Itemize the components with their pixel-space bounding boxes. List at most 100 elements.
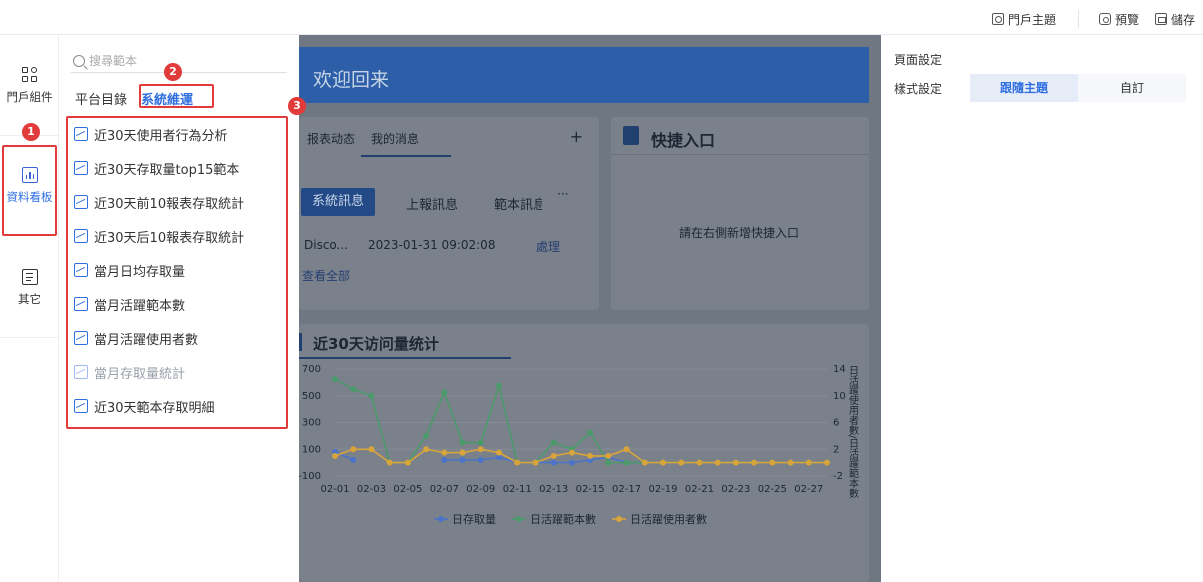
- system-message-tab[interactable]: 系統訊息: [301, 188, 375, 216]
- series-point: [332, 376, 338, 383]
- series-point: [441, 389, 448, 396]
- series-point: [769, 459, 776, 466]
- style-settings-label: 樣式設定: [894, 82, 943, 96]
- y-left-tick-label: 700: [302, 364, 321, 375]
- visits-line-chart: 700 500 300 100 -100 14 10 6 2 -2 日活躍使用者數/日活躍範本數 02…: [299, 364, 859, 526]
- series-point: [477, 456, 484, 463]
- dashboard-canvas: 欢迎回来 报表动态 我的消息 + 系統訊息 上報訊息 範本訊息 ··· Disc…: [299, 35, 881, 582]
- series-point: [550, 459, 557, 466]
- handle-link[interactable]: 處理: [536, 238, 560, 255]
- rail-item-other[interactable]: 其它: [0, 269, 59, 307]
- y-right-tick-label: -2: [833, 471, 843, 482]
- series-point: [459, 439, 466, 446]
- rail-divider: [0, 337, 59, 338]
- y-left-tick-label: 300: [302, 418, 321, 429]
- legend-label: 日活躍使用者數: [630, 513, 707, 526]
- x-tick-label: 02-05: [393, 484, 422, 495]
- tab-report-activity[interactable]: 报表动态: [307, 130, 355, 147]
- toolbar-divider: [1077, 10, 1079, 28]
- y-left-tick-label: 500: [302, 391, 321, 402]
- rail-item-components[interactable]: 門戶組件: [0, 67, 59, 105]
- step-badge-2: 2: [164, 63, 182, 81]
- tab-my-messages[interactable]: 我的消息: [371, 130, 419, 147]
- save-button[interactable]: 儲存: [1154, 11, 1195, 28]
- x-tick-label: 02-23: [721, 484, 750, 495]
- message-time: 2023-01-31 09:02:08: [368, 238, 496, 252]
- series-line: [334, 378, 827, 464]
- series-point: [587, 429, 594, 436]
- y-right-tick-label: 14: [833, 364, 846, 375]
- document-icon: [21, 269, 38, 285]
- highlight-box-dashboard: [2, 145, 57, 236]
- series-point: [350, 456, 357, 463]
- series-point: [423, 446, 430, 453]
- search-input[interactable]: [89, 53, 279, 68]
- series-point: [787, 459, 794, 466]
- y-right-tick-label: 2: [833, 444, 839, 455]
- preview-icon: [1098, 13, 1111, 25]
- series-point: [550, 439, 557, 446]
- follow-theme-option[interactable]: 跟隨主題: [970, 74, 1078, 102]
- legend-label: 日存取量: [452, 512, 496, 526]
- message-name: Disco...: [304, 238, 348, 252]
- series-point: [350, 446, 357, 453]
- chart-title: 近30天访问量统计: [313, 335, 439, 353]
- preview-button[interactable]: 預覽: [1098, 11, 1139, 28]
- series-point: [459, 449, 466, 456]
- portal-theme-button[interactable]: 門戶主題: [991, 11, 1056, 28]
- portal-theme-label: 門戶主題: [1007, 12, 1056, 27]
- card-divider: [611, 154, 869, 155]
- series-point: [568, 459, 575, 466]
- x-tick-label: 02-27: [794, 484, 823, 495]
- series-point: [404, 459, 411, 466]
- report-message-tab[interactable]: 上報訊息: [406, 194, 458, 213]
- series-point: [423, 432, 430, 439]
- series-point: [550, 452, 557, 459]
- x-tick-label: 02-07: [430, 484, 459, 495]
- x-tick-label: 02-03: [357, 484, 386, 495]
- y-left-tick-label: -100: [299, 471, 321, 482]
- rail-item-label: 其它: [18, 292, 41, 306]
- template-message-tab[interactable]: 範本訊息: [494, 194, 542, 213]
- clipboard-icon: [623, 126, 639, 145]
- x-tick-label: 02-17: [612, 484, 641, 495]
- theme-icon: [991, 13, 1004, 25]
- series-point: [441, 449, 448, 456]
- series-point: [386, 459, 393, 466]
- rail-item-label: 門戶組件: [6, 90, 53, 104]
- legend-marker: [438, 516, 444, 522]
- page-settings-label: 頁面設定: [894, 53, 943, 67]
- view-all-link[interactable]: 查看全部: [302, 267, 350, 284]
- style-toggle: 跟隨主題 自訂: [970, 74, 1186, 102]
- tab-platform-catalog[interactable]: 平台目錄: [75, 87, 127, 110]
- series-point: [477, 439, 484, 446]
- series-point: [587, 452, 594, 459]
- highlight-box-templates: [66, 116, 288, 429]
- series-point: [568, 449, 575, 456]
- series-point: [332, 452, 338, 459]
- welcome-text: 欢迎回来: [313, 69, 390, 91]
- legend-label: 日活躍範本數: [530, 512, 596, 526]
- save-label: 儲存: [1170, 12, 1195, 27]
- series-point: [678, 459, 685, 466]
- series-point: [368, 446, 375, 453]
- messages-card: 报表动态 我的消息 + 系統訊息 上報訊息 範本訊息 ··· Disco... …: [299, 117, 599, 310]
- components-grid-icon: [21, 67, 38, 83]
- step-badge-1: 1: [22, 123, 40, 141]
- custom-option[interactable]: 自訂: [1078, 74, 1186, 102]
- x-tick-label: 02-01: [320, 484, 349, 495]
- y-left-tick-label: 100: [302, 444, 321, 455]
- series-point: [714, 459, 721, 466]
- series-point: [641, 459, 648, 466]
- series-point: [805, 459, 812, 466]
- x-tick-label: 02-19: [648, 484, 677, 495]
- more-icon[interactable]: ···: [557, 187, 568, 201]
- add-icon[interactable]: +: [570, 127, 583, 146]
- y-right-tick-label: 10: [833, 391, 846, 402]
- series-point: [623, 459, 630, 466]
- x-tick-label: 02-25: [758, 484, 787, 495]
- series-point: [605, 459, 612, 466]
- save-icon: [1154, 13, 1167, 25]
- series-point: [751, 459, 758, 466]
- x-tick-label: 02-15: [576, 484, 605, 495]
